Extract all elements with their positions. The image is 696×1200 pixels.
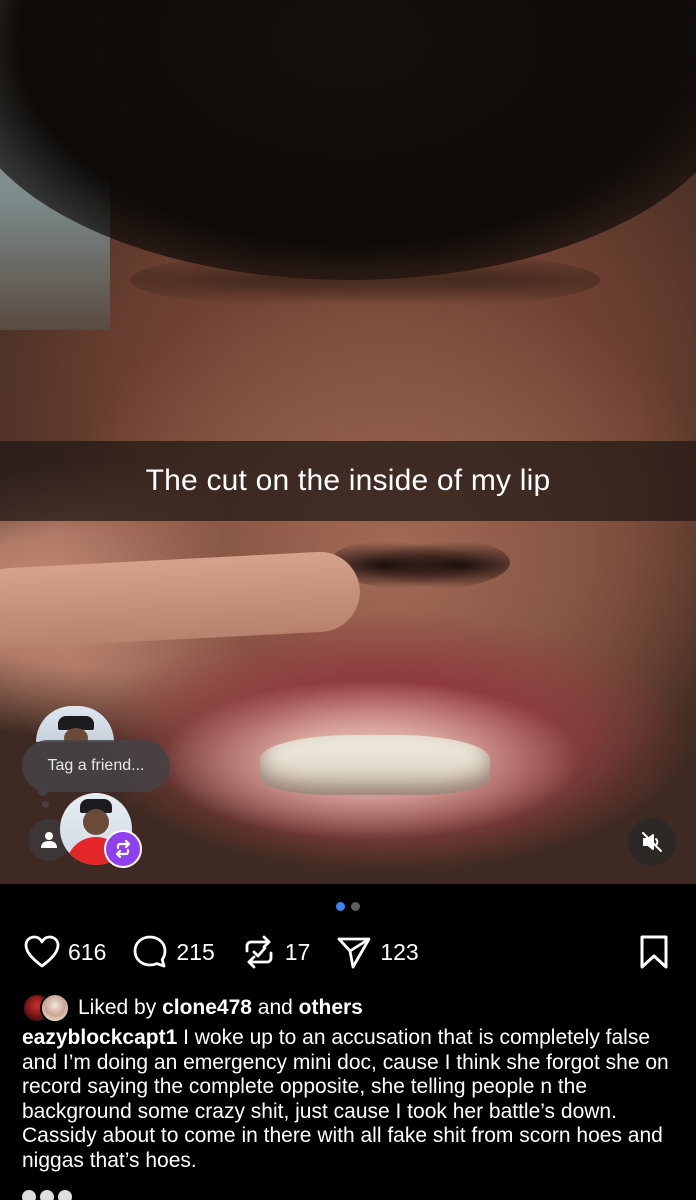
partial-glyph	[58, 1190, 72, 1200]
post-media[interactable]: The cut on the inside of my lip Tag a fr…	[0, 0, 696, 884]
liked-by-user[interactable]: clone478	[162, 996, 252, 1019]
post-caption: eazyblockcapt1 I woke up to an accusatio…	[22, 1026, 682, 1174]
heart-icon	[24, 935, 60, 968]
finger	[0, 549, 362, 651]
bookmark-icon	[640, 935, 668, 969]
share-button[interactable]: 123	[336, 934, 419, 970]
mute-toggle-button[interactable]	[628, 818, 676, 866]
repost-badge	[104, 830, 142, 868]
liked-by-row[interactable]: Liked by clone478 and others	[22, 993, 363, 1023]
send-icon	[337, 937, 371, 969]
pager-dot	[351, 902, 360, 911]
teeth	[260, 735, 490, 795]
comment-button[interactable]: 215	[132, 934, 215, 970]
bubble-tail-dot	[38, 786, 48, 796]
speaker-muted-icon	[642, 832, 662, 852]
snap-caption-bar: The cut on the inside of my lip	[0, 441, 696, 521]
person-icon	[41, 832, 57, 848]
next-row-partial	[22, 1190, 222, 1200]
bubble-tail-dot	[42, 801, 49, 808]
like-count: 616	[68, 938, 107, 965]
partial-glyph	[40, 1190, 54, 1200]
post-username[interactable]: eazyblockcapt1	[22, 1026, 177, 1049]
like-button[interactable]: 616	[24, 935, 106, 969]
save-button[interactable]	[634, 932, 674, 972]
pager-dot-active	[336, 902, 345, 911]
liked-by-others[interactable]: others	[299, 996, 363, 1019]
comment-count: 215	[176, 938, 215, 965]
liked-by-text: Liked by clone478 and others	[78, 996, 363, 1020]
action-bar: 616 215 17 123	[24, 930, 445, 974]
liker-avatar	[40, 993, 70, 1023]
partial-glyph	[22, 1190, 36, 1200]
tag-a-friend-label: Tag a friend...	[47, 757, 145, 774]
repost-icon	[115, 839, 131, 859]
share-count: 123	[380, 938, 419, 965]
liked-by-prefix: Liked by	[78, 996, 163, 1019]
tagged-avatar-partial	[36, 706, 114, 742]
repost-button[interactable]: 17	[241, 934, 311, 970]
liked-by-and: and	[251, 996, 299, 1019]
face-shape	[83, 809, 109, 835]
comment-bubble-icon	[133, 935, 167, 968]
tag-a-friend-bubble[interactable]: Tag a friend...	[22, 740, 170, 792]
snap-caption-text: The cut on the inside of my lip	[145, 464, 551, 497]
eyebrows	[130, 250, 600, 310]
carousel-pager	[0, 902, 696, 914]
repost-count: 17	[284, 938, 311, 965]
repost-icon	[245, 935, 273, 969]
